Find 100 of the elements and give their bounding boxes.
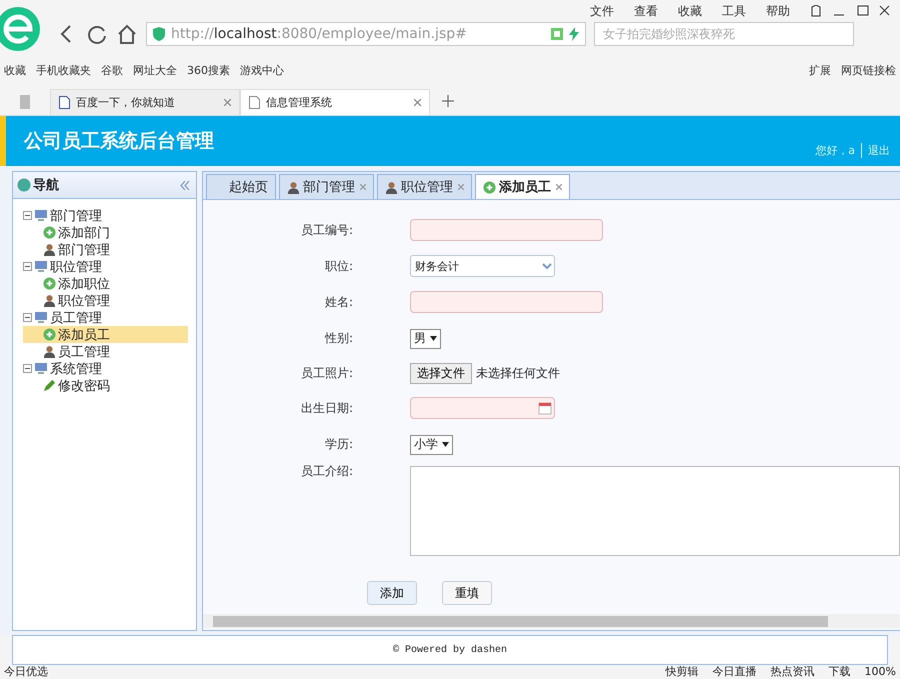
content-tab[interactable]: 职位管理: [377, 174, 472, 199]
dropdown-select[interactable]: 小学: [410, 434, 453, 454]
search-field[interactable]: 女子拍完婚纱照深夜猝死: [594, 22, 854, 46]
field-label: 出生日期:: [300, 400, 353, 416]
date-input[interactable]: [410, 397, 555, 419]
toolbar-link[interactable]: 网页链接检: [841, 62, 896, 78]
browser-logo-icon[interactable]: [0, 4, 42, 54]
bookmark[interactable]: 收藏: [4, 62, 26, 78]
home-icon[interactable]: [116, 23, 138, 45]
page-icon: [249, 96, 260, 109]
bookmark[interactable]: 手机收藏夹: [36, 62, 91, 78]
menu-item[interactable]: 查看: [634, 2, 658, 20]
tree-item[interactable]: 添加职位: [23, 275, 188, 292]
person-icon: [385, 180, 398, 194]
computer-icon: [34, 260, 48, 273]
expander-icon[interactable]: [23, 211, 32, 220]
person-icon: [287, 180, 300, 194]
window-controls-icon[interactable]: [810, 5, 890, 17]
expander-icon[interactable]: [23, 313, 32, 322]
plus-circle-icon: [43, 328, 56, 341]
new-tab-icon[interactable]: [442, 95, 454, 107]
app-title: 公司员工系统后台管理: [24, 129, 215, 154]
tree-item[interactable]: 添加员工: [23, 326, 188, 343]
person-icon: [43, 345, 56, 358]
plus-circle-icon: [43, 226, 56, 239]
greeting: 您好，a: [815, 143, 855, 158]
person-icon: [43, 243, 56, 256]
tree-item[interactable]: 部门管理: [23, 207, 188, 224]
expander-icon[interactable]: [23, 262, 32, 271]
choose-file-button[interactable]: 选择文件: [410, 363, 472, 384]
tree-item[interactable]: 修改密码: [23, 377, 188, 394]
pencil-icon: [43, 379, 56, 392]
field-label: 学历:: [324, 436, 353, 453]
status-item[interactable]: 今日优选: [4, 665, 48, 679]
plus-circle-icon: [43, 277, 56, 290]
expander-icon[interactable]: [23, 364, 32, 373]
tree-item[interactable]: 添加部门: [23, 224, 188, 241]
form-button[interactable]: 重填: [442, 581, 492, 605]
shield-icon: [153, 27, 165, 41]
plus-circle-icon: [483, 180, 496, 194]
tree-item[interactable]: 员工管理: [23, 309, 188, 326]
menu-item[interactable]: 帮助: [766, 2, 790, 20]
computer-icon: [34, 311, 48, 324]
text-input[interactable]: [410, 291, 603, 313]
close-icon[interactable]: [458, 184, 464, 190]
calendar-icon: [538, 401, 552, 415]
status-item[interactable]: 快剪辑: [666, 665, 699, 679]
close-icon[interactable]: [414, 99, 421, 106]
menu-item[interactable]: 文件: [590, 2, 614, 20]
sidebar-toggle-icon[interactable]: [20, 95, 30, 109]
browser-tab[interactable]: 百度一下，你就知道: [50, 89, 240, 115]
lightning-icon[interactable]: [569, 27, 579, 41]
field-label: 职位:: [324, 258, 353, 274]
field-label: 员工照片:: [300, 365, 353, 382]
content-tab[interactable]: 添加员工: [475, 174, 570, 199]
tree-item[interactable]: 部门管理: [23, 241, 188, 258]
status-item[interactable]: 100%: [864, 665, 896, 679]
bookmark[interactable]: 360搜素: [187, 62, 230, 78]
bookmark[interactable]: 游戏中心: [240, 62, 284, 78]
position-select[interactable]: 财务会计: [410, 255, 555, 277]
status-item[interactable]: 热点资讯: [770, 665, 815, 679]
field-label: 员工介绍:: [300, 463, 353, 480]
close-icon[interactable]: [224, 99, 231, 106]
form-button[interactable]: 添加: [367, 581, 417, 605]
caret-icon: [430, 336, 437, 341]
computer-icon: [34, 362, 48, 375]
refresh-icon[interactable]: [86, 23, 108, 45]
tree-item[interactable]: 职位管理: [23, 258, 188, 275]
browser-tab[interactable]: 信息管理系统: [240, 89, 430, 115]
field-label: 员工编号:: [300, 222, 353, 238]
qr-icon[interactable]: [551, 28, 563, 40]
globe-icon: [17, 178, 31, 192]
text-input[interactable]: [410, 219, 603, 241]
content-tab[interactable]: 部门管理: [279, 174, 374, 199]
field-label: 性别:: [324, 330, 353, 347]
address-bar[interactable]: http://localhost:8080/employee/main.jsp#: [146, 22, 586, 46]
bookmark[interactable]: 网址大全: [133, 62, 177, 78]
status-item[interactable]: 下载: [828, 665, 851, 679]
tree-item[interactable]: 员工管理: [23, 343, 188, 360]
file-status: 未选择任何文件: [476, 365, 560, 382]
close-icon[interactable]: [556, 184, 562, 190]
bookmark[interactable]: 谷歌: [101, 62, 123, 78]
status-item[interactable]: 今日直播: [712, 665, 757, 679]
menu-item[interactable]: 工具: [722, 2, 746, 20]
computer-icon: [34, 209, 48, 222]
dropdown-select[interactable]: 男: [410, 328, 441, 348]
footer-text: © Powered by dashen: [392, 644, 508, 656]
menu-item[interactable]: 收藏: [678, 2, 702, 20]
textarea-field[interactable]: [410, 466, 900, 556]
person-icon: [43, 294, 56, 307]
tree-item[interactable]: 职位管理: [23, 292, 188, 309]
caret-icon: [442, 442, 449, 447]
toolbar-link[interactable]: 扩展: [809, 62, 831, 78]
nav-title: 导航: [33, 176, 60, 194]
horizontal-scrollbar[interactable]: [203, 614, 900, 628]
tree-item[interactable]: 系统管理: [23, 360, 188, 377]
collapse-icon[interactable]: [180, 180, 190, 190]
page-icon: [59, 96, 70, 109]
close-icon[interactable]: [360, 184, 366, 190]
content-tab[interactable]: 起始页: [206, 174, 276, 199]
